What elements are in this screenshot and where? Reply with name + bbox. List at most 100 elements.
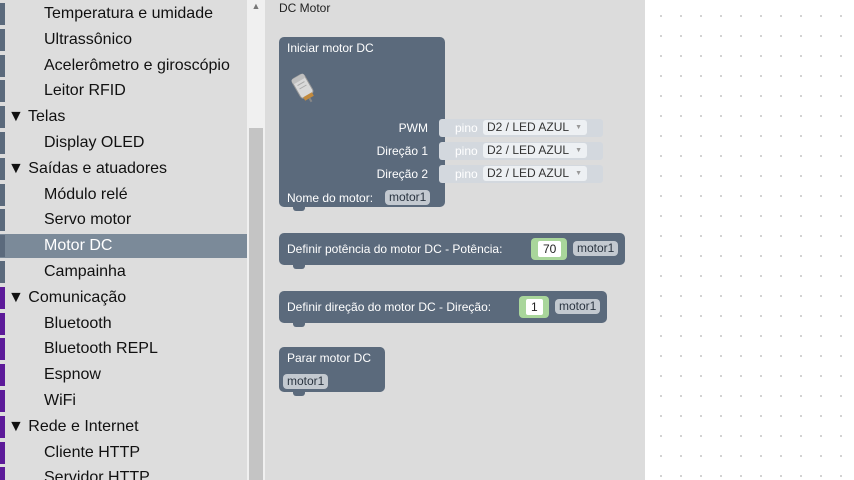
category-color-stripe bbox=[0, 80, 5, 103]
toolbox-item[interactable]: Cliente HTTP bbox=[0, 441, 247, 465]
flyout-title: DC Motor bbox=[279, 1, 331, 15]
set-power-block[interactable]: Definir potência do motor DC - Potência:… bbox=[279, 233, 625, 269]
toolbox-item[interactable]: Servidor HTTP bbox=[0, 466, 247, 480]
toolbox-label: Espnow bbox=[44, 366, 101, 384]
category-color-stripe bbox=[0, 390, 5, 412]
dropdown-arrow-icon: ▼ bbox=[575, 147, 583, 154]
pin-label: pino bbox=[455, 121, 478, 135]
category-color-stripe bbox=[0, 312, 5, 335]
category-color-stripe bbox=[0, 261, 5, 283]
toolbox-label: Motor DC bbox=[44, 237, 113, 255]
set-power-label: Definir potência do motor DC - Potência: bbox=[287, 242, 503, 256]
category-color-stripe bbox=[0, 467, 5, 480]
toolbox-label: Servo motor bbox=[44, 211, 132, 229]
category-color-stripe bbox=[0, 157, 5, 180]
category-color-stripe bbox=[0, 441, 5, 464]
set-direction-block[interactable]: Definir direção do motor DC - Direção: 1… bbox=[279, 291, 607, 327]
pwm-label: PWM bbox=[398, 121, 428, 135]
category-color-stripe bbox=[0, 106, 5, 129]
direction2-label: Direção 2 bbox=[376, 167, 428, 181]
direction-motor-field[interactable]: motor1 bbox=[555, 299, 601, 314]
toolbox-category[interactable]: ▼ Rede e Internet bbox=[0, 415, 247, 439]
dc-motor-icon bbox=[291, 73, 314, 103]
block-notch bbox=[293, 265, 305, 269]
toolbox-category[interactable]: ▼ Comunicação bbox=[0, 286, 247, 310]
toolbox-item[interactable]: Ultrassônico bbox=[0, 28, 247, 52]
toolbox-item[interactable]: Servo motor bbox=[0, 208, 247, 232]
toolbox-item[interactable]: Bluetooth REPL bbox=[0, 337, 247, 361]
pin-block-direction2[interactable]: pino D2 / LED AZUL ▼ bbox=[439, 165, 603, 183]
toolbox-label: Temperatura e umidade bbox=[44, 5, 213, 22]
category-color-stripe bbox=[0, 183, 5, 206]
toolbox-label: Campainha bbox=[44, 263, 126, 280]
motor-name-field[interactable]: motor1 bbox=[385, 190, 431, 205]
pin-label: pino bbox=[455, 167, 478, 181]
stop-block-title: Parar motor DC bbox=[287, 351, 372, 365]
toolbox-scrollbar[interactable]: ▲ bbox=[247, 0, 265, 480]
toolbox-label: Servidor HTTP bbox=[44, 469, 150, 480]
toolbox-item[interactable]: Acelerômetro e giroscópio bbox=[0, 54, 247, 78]
power-motor-field[interactable]: motor1 bbox=[573, 241, 619, 256]
pin-dropdown[interactable]: D2 / LED AZUL ▼ bbox=[483, 143, 588, 158]
toolbox-item[interactable]: WiFi bbox=[0, 389, 247, 413]
toolbox-label: ▼ Comunicação bbox=[8, 288, 127, 306]
toolbox-label: Bluetooth REPL bbox=[44, 340, 158, 358]
category-color-stripe bbox=[0, 209, 5, 232]
direction-number-block[interactable]: 1 bbox=[519, 296, 549, 318]
toolbox-item[interactable]: Leitor RFID bbox=[0, 79, 247, 103]
motor-name-label: Nome do motor: bbox=[287, 191, 374, 205]
toolbox-label: Leitor RFID bbox=[44, 82, 126, 100]
power-number-block[interactable]: 70 bbox=[531, 238, 567, 260]
toolbox-item[interactable]: Bluetooth bbox=[0, 312, 247, 336]
pin-dropdown[interactable]: D2 / LED AZUL ▼ bbox=[483, 166, 588, 181]
toolbox-label: Ultrassônico bbox=[44, 30, 133, 48]
pin-value: D2 / LED AZUL bbox=[487, 166, 570, 180]
toolbox-label: ▼ Telas bbox=[8, 108, 66, 126]
pin-value: D2 / LED AZUL bbox=[487, 120, 570, 134]
toolbox-label: Bluetooth bbox=[44, 314, 112, 332]
toolbox-category[interactable]: ▼ Saídas e atuadores bbox=[0, 157, 247, 181]
toolbox-item[interactable]: Espnow bbox=[0, 363, 247, 387]
block-flyout: DC Motor Iniciar motor DC PWM Direção 1 … bbox=[265, 0, 645, 480]
toolbox-item[interactable]: Display OLED bbox=[0, 131, 247, 155]
toolbox-item[interactable]: Motor DC bbox=[0, 234, 247, 259]
direction-value-field[interactable]: 1 bbox=[526, 299, 543, 315]
pin-block-direction1[interactable]: pino D2 / LED AZUL ▼ bbox=[439, 142, 603, 160]
stop-motor-field[interactable]: motor1 bbox=[283, 374, 329, 389]
toolbox-label: Cliente HTTP bbox=[44, 443, 141, 461]
toolbox-label: Acelerômetro e giroscópio bbox=[44, 56, 230, 74]
toolbox-label: Display OLED bbox=[44, 134, 145, 151]
category-color-stripe bbox=[0, 3, 5, 25]
scroll-up-arrow-icon[interactable]: ▲ bbox=[250, 0, 262, 12]
category-color-stripe bbox=[0, 338, 5, 361]
toolbox-category[interactable]: ▼ Telas bbox=[0, 105, 247, 129]
toolbox-label: ▼ Saídas e atuadores bbox=[8, 159, 168, 177]
direction1-label: Direção 1 bbox=[376, 144, 428, 158]
dropdown-arrow-icon: ▼ bbox=[575, 170, 583, 177]
power-value-field[interactable]: 70 bbox=[538, 241, 562, 257]
pin-label: pino bbox=[455, 144, 478, 158]
start-motor-block[interactable]: Iniciar motor DC PWM Direção 1 Direção 2… bbox=[279, 37, 445, 211]
toolbox-item[interactable]: Temperatura e umidade bbox=[0, 2, 247, 26]
toolbox-label: ▼ Rede e Internet bbox=[8, 417, 139, 435]
toolbox-label: WiFi bbox=[44, 392, 76, 409]
scroll-thumb[interactable] bbox=[249, 128, 263, 480]
dropdown-arrow-icon: ▼ bbox=[575, 124, 583, 131]
app-root: Temperatura e umidade Ultrassônico Acelerô… bbox=[0, 0, 854, 480]
stop-motor-block[interactable]: Parar motor DC motor1 bbox=[279, 347, 385, 396]
category-color-stripe bbox=[0, 286, 5, 309]
category-color-stripe bbox=[0, 54, 5, 77]
pin-value: D2 / LED AZUL bbox=[487, 143, 570, 157]
toolbox-item[interactable]: Campainha bbox=[0, 260, 247, 284]
block-notch bbox=[293, 207, 305, 211]
category-color-stripe bbox=[0, 132, 5, 154]
category-color-stripe bbox=[0, 28, 5, 51]
block-notch bbox=[293, 323, 305, 327]
category-color-stripe bbox=[0, 415, 5, 438]
workspace-canvas[interactable] bbox=[645, 0, 854, 480]
pin-dropdown[interactable]: D2 / LED AZUL ▼ bbox=[483, 120, 588, 135]
pin-block-pwm[interactable]: pino D2 / LED AZUL ▼ bbox=[439, 119, 603, 137]
set-direction-label: Definir direção do motor DC - Direção: bbox=[287, 300, 492, 314]
toolbox-item[interactable]: Módulo relé bbox=[0, 183, 247, 207]
toolbox-label: Módulo relé bbox=[44, 185, 128, 203]
